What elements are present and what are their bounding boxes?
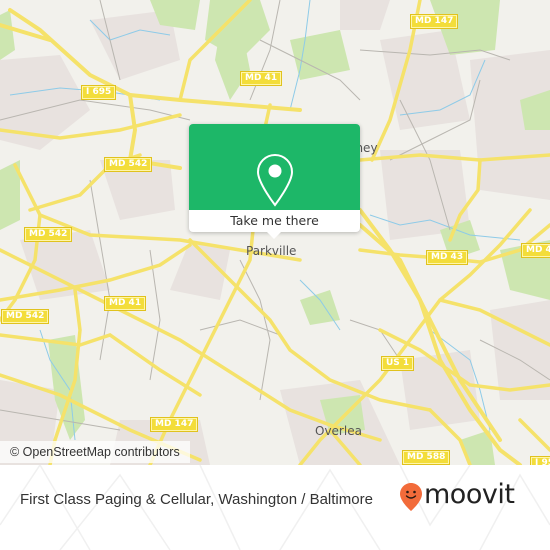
- popup-pointer: [267, 232, 281, 239]
- osm-attribution[interactable]: © OpenStreetMap contributors: [0, 441, 190, 463]
- road-shield-md-147: MD 147: [410, 14, 459, 29]
- place-label-parkville: Parkville: [246, 244, 297, 258]
- road-shield-i-95: I 95: [530, 456, 550, 465]
- location-popup[interactable]: Take me there: [189, 124, 360, 239]
- moovit-smiley-pin-icon: [400, 483, 422, 511]
- road-shield-md-43: MD 43: [426, 250, 469, 265]
- road-shield-i-695: I 695: [81, 85, 117, 100]
- road-shield-md-542: MD 542: [24, 227, 73, 242]
- road-shield-md-41: MD 41: [240, 71, 283, 86]
- map-pin-icon: [256, 153, 294, 207]
- footer-bar: First Class Paging & Cellular, Washingto…: [0, 465, 550, 550]
- moovit-logo[interactable]: moovit: [424, 479, 515, 511]
- location-title: First Class Paging & Cellular, Washingto…: [20, 491, 373, 508]
- road-shield-md-43: MD 43: [521, 243, 550, 258]
- road-shield-us-1: US 1: [381, 356, 415, 371]
- road-shield-md-588: MD 588: [402, 450, 451, 465]
- map-view[interactable]: MD 147 MD 41 I 695 MD 542 MD 542 MD 542 …: [0, 0, 550, 465]
- road-shield-md-41: MD 41: [104, 296, 147, 311]
- road-shield-md-542: MD 542: [1, 309, 50, 324]
- road-shield-md-542: MD 542: [104, 157, 153, 172]
- place-label-overlea: Overlea: [315, 424, 362, 438]
- popup-header: [189, 124, 360, 210]
- take-me-there-button[interactable]: Take me there: [189, 210, 360, 232]
- road-shield-md-147: MD 147: [150, 417, 199, 432]
